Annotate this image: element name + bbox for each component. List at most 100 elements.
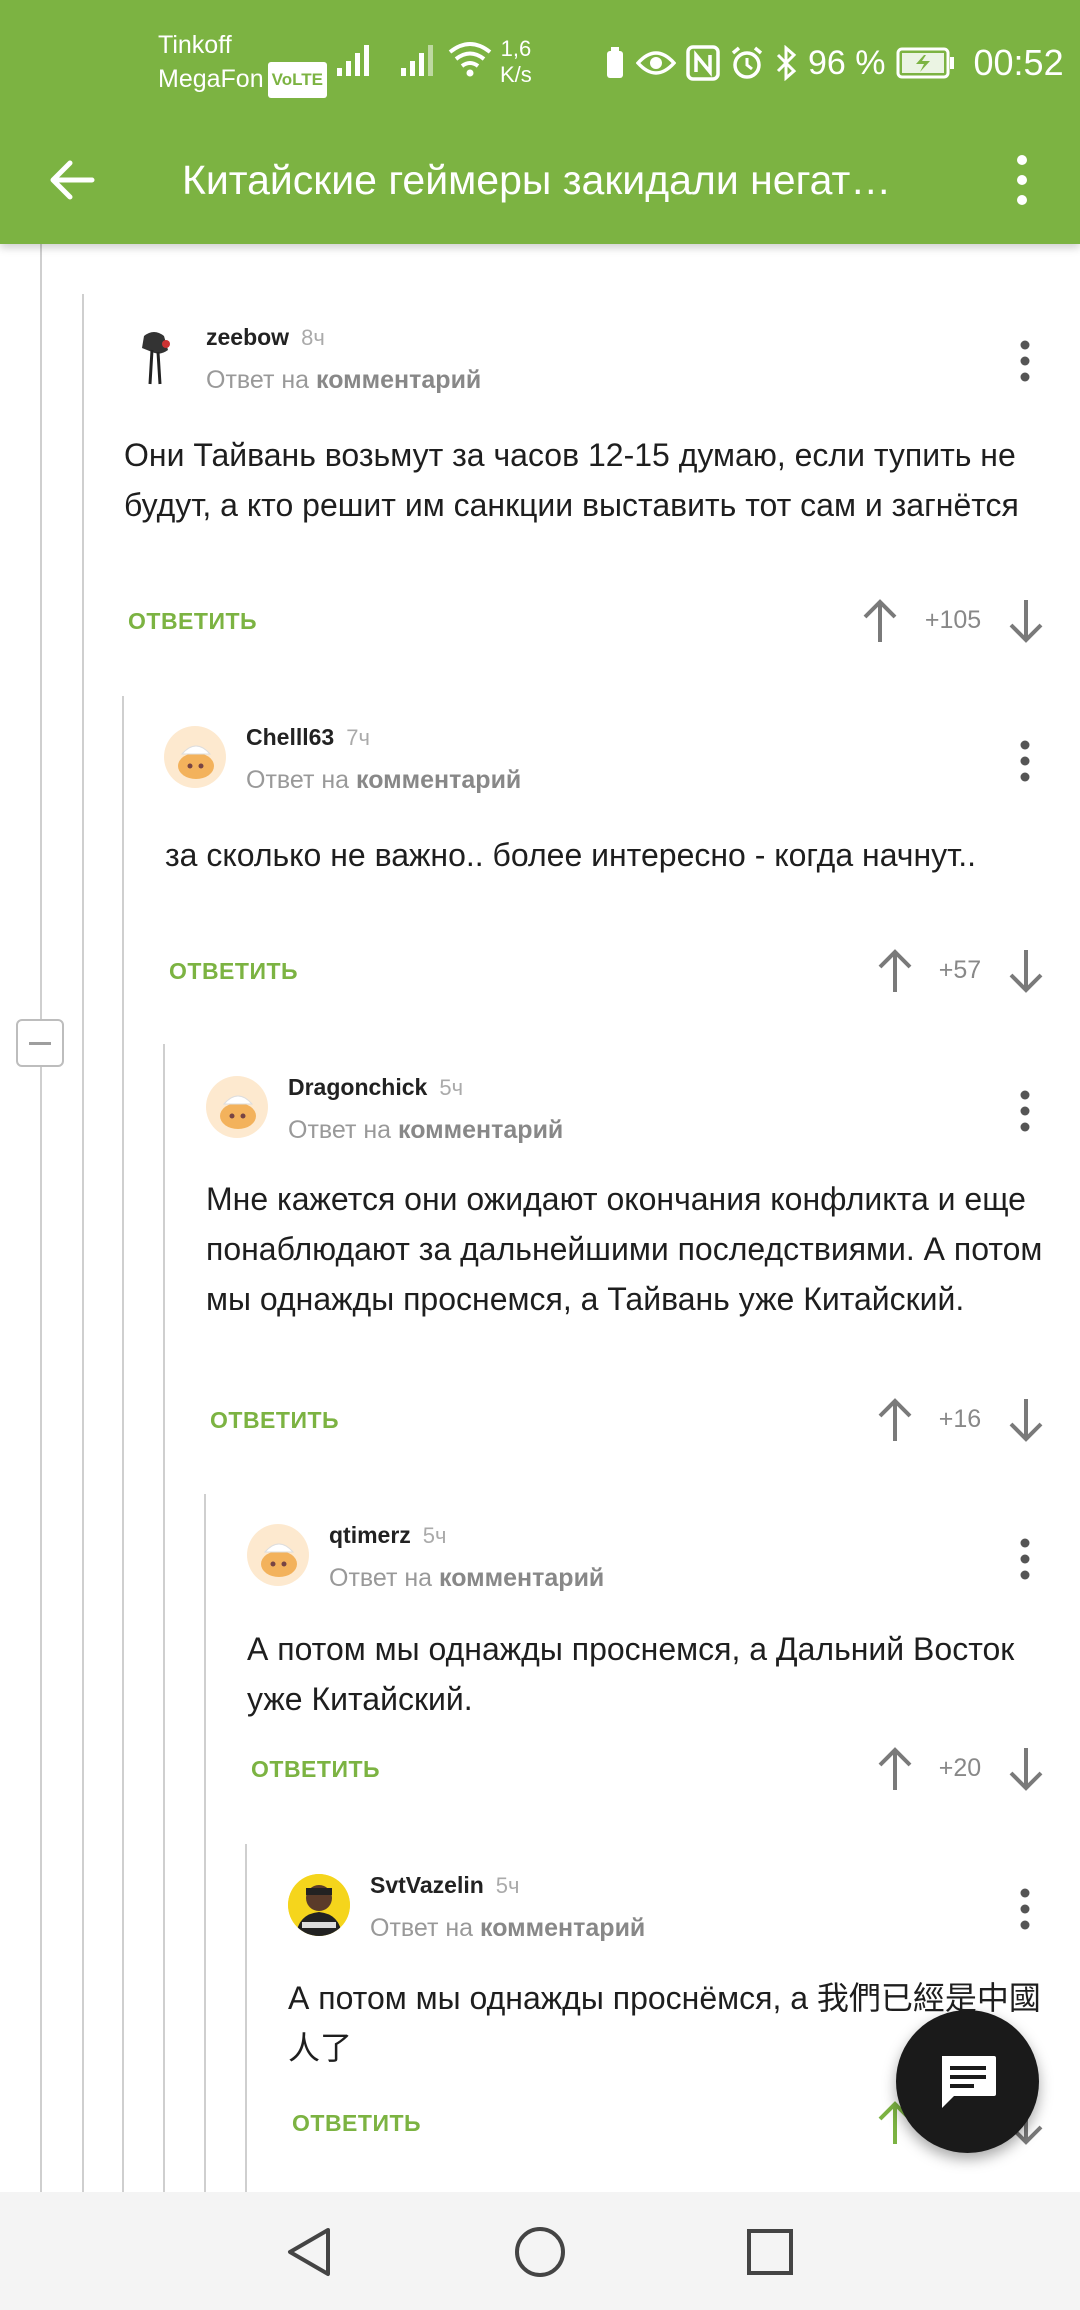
bluetooth-icon [776, 45, 797, 81]
comment-more-icon[interactable] [1010, 1084, 1040, 1144]
avatar[interactable] [164, 726, 226, 788]
arrow-up-icon[interactable] [875, 1395, 915, 1445]
comment-more-icon[interactable] [1010, 1882, 1040, 1942]
battery-saver-icon [607, 47, 623, 78]
eye-icon [636, 51, 676, 75]
reply-target[interactable]: комментарий [439, 1564, 604, 1592]
reply-button[interactable]: ОТВЕТИТЬ [292, 2110, 421, 2137]
signal-icon [337, 45, 369, 76]
comment-author[interactable]: Dragonchick 5ч [288, 1074, 463, 1101]
carrier-name-2: MegaFon [158, 65, 264, 93]
clock: 00:52 [973, 42, 1064, 83]
arrow-down-icon[interactable] [1006, 946, 1046, 996]
comment-time: 7ч [346, 725, 370, 750]
author-name[interactable]: Dragonchick [288, 1074, 427, 1100]
network-speed-unit: K/s [500, 62, 532, 87]
arrow-up-icon[interactable] [875, 1744, 915, 1794]
reply-button[interactable]: ОТВЕТИТЬ [169, 958, 298, 985]
reply-button[interactable]: ОТВЕТИТЬ [251, 1756, 380, 1783]
arrow-down-icon[interactable] [1006, 1395, 1046, 1445]
reply-prefix: Ответ на [329, 1564, 433, 1592]
arrow-down-icon[interactable] [1006, 596, 1046, 646]
comment-time: 8ч [301, 325, 325, 350]
author-name[interactable]: SvtVazelin [370, 1872, 484, 1898]
thread-line [122, 696, 124, 2192]
app-bar: Китайские геймеры закидали негат… [0, 120, 1080, 244]
system-nav-bar [0, 2192, 1080, 2310]
arrow-up-icon[interactable] [875, 946, 915, 996]
reply-prefix: Ответ на [370, 1914, 474, 1942]
signal-icon-2 [401, 45, 433, 76]
comment-text: Мне кажется они ожидают окончания конфли… [206, 1181, 1043, 1317]
carrier-name-1: Tinkoff [158, 31, 232, 59]
comment-author[interactable]: zeebow 8ч [206, 324, 325, 351]
reply-to-link[interactable]: Ответ на комментарий [329, 1564, 604, 1593]
comment-time: 5ч [439, 1075, 464, 1100]
comment-more-icon[interactable] [1010, 1532, 1040, 1592]
comment-score: +16 [938, 1405, 982, 1433]
reply-target[interactable]: комментарий [356, 766, 521, 794]
reply-prefix: Ответ на [246, 766, 350, 794]
author-name[interactable]: zeebow [206, 324, 289, 350]
thread-line [40, 244, 42, 2192]
thread-line [163, 1044, 165, 2192]
reply-target[interactable]: комментарий [316, 366, 481, 394]
back-arrow-icon[interactable] [40, 148, 104, 212]
status-bar: Tinkoff MegaFon VoLTE 1,6 K/s 96 % 00:52 [0, 0, 1080, 120]
write-comment-button[interactable] [896, 2010, 1039, 2153]
comment-text: Они Тайвань возьмут за часов 12-15 думаю… [124, 437, 1019, 523]
comment-author[interactable]: Chelll63 7ч [246, 724, 370, 751]
reply-to-link[interactable]: Ответ на комментарий [206, 366, 481, 395]
comment-time: 5ч [495, 1873, 520, 1898]
comment-more-icon[interactable] [1010, 334, 1040, 394]
more-vertical-icon[interactable] [1000, 148, 1044, 212]
reply-button[interactable]: ОТВЕТИТЬ [210, 1407, 339, 1434]
thread-line [82, 294, 84, 2192]
reply-to-link[interactable]: Ответ на комментарий [246, 766, 521, 795]
reply-prefix: Ответ на [206, 366, 310, 394]
carrier-info: Tinkoff MegaFon VoLTE [158, 28, 327, 98]
avatar[interactable] [124, 326, 186, 388]
comment-author[interactable]: qtimerz 5ч [329, 1522, 447, 1549]
page-title: Китайские геймеры закидали негат… [182, 157, 892, 203]
nav-back-icon[interactable] [280, 2222, 340, 2282]
thread-line [245, 1844, 247, 2192]
avatar[interactable] [288, 1874, 350, 1936]
wifi-icon [448, 42, 492, 77]
reply-to-link[interactable]: Ответ на комментарий [288, 1116, 563, 1145]
collapse-thread-button[interactable] [16, 1019, 64, 1067]
battery-icon [896, 47, 954, 79]
comment-time: 5ч [422, 1523, 447, 1548]
comment-score: +105 [924, 606, 982, 634]
reply-prefix: Ответ на [288, 1116, 392, 1144]
status-icons: 96 % 00:52 [604, 36, 1064, 90]
volte-badge: VoLTE [267, 62, 327, 98]
nav-home-icon[interactable] [510, 2222, 570, 2282]
author-name[interactable]: qtimerz [329, 1522, 411, 1548]
comment-score: +57 [938, 956, 982, 984]
alarm-icon [731, 46, 763, 79]
comment-text: А потом мы однажды проснемся, а Дальний … [247, 1631, 1015, 1717]
nav-recents-icon[interactable] [740, 2222, 800, 2282]
network-speed-value: 1,6 [500, 36, 532, 61]
network-speed: 1,6 K/s [500, 36, 532, 88]
battery-percent: 96 % [808, 43, 886, 82]
comment-icon [942, 2056, 996, 2108]
nfc-icon [686, 45, 720, 81]
comment-more-icon[interactable] [1010, 734, 1040, 794]
avatar[interactable] [206, 1076, 268, 1138]
avatar[interactable] [247, 1524, 309, 1586]
reply-button[interactable]: ОТВЕТИТЬ [128, 608, 257, 635]
reply-target[interactable]: комментарий [480, 1914, 645, 1942]
comment-score: +20 [938, 1754, 982, 1782]
comment-text: за сколько не важно.. более интересно - … [165, 837, 977, 873]
thread-line [204, 1494, 206, 2192]
arrow-down-icon[interactable] [1006, 1744, 1046, 1794]
comment-thread: zeebow 8ч Ответ на комментарий Они Тайван… [0, 244, 1080, 2192]
arrow-up-icon[interactable] [860, 596, 900, 646]
reply-target[interactable]: комментарий [398, 1116, 563, 1144]
author-name[interactable]: Chelll63 [246, 724, 334, 750]
reply-to-link[interactable]: Ответ на комментарий [370, 1914, 645, 1943]
top-bar: Tinkoff MegaFon VoLTE 1,6 K/s 96 % 00:52… [0, 0, 1080, 244]
comment-author[interactable]: SvtVazelin 5ч [370, 1872, 519, 1899]
